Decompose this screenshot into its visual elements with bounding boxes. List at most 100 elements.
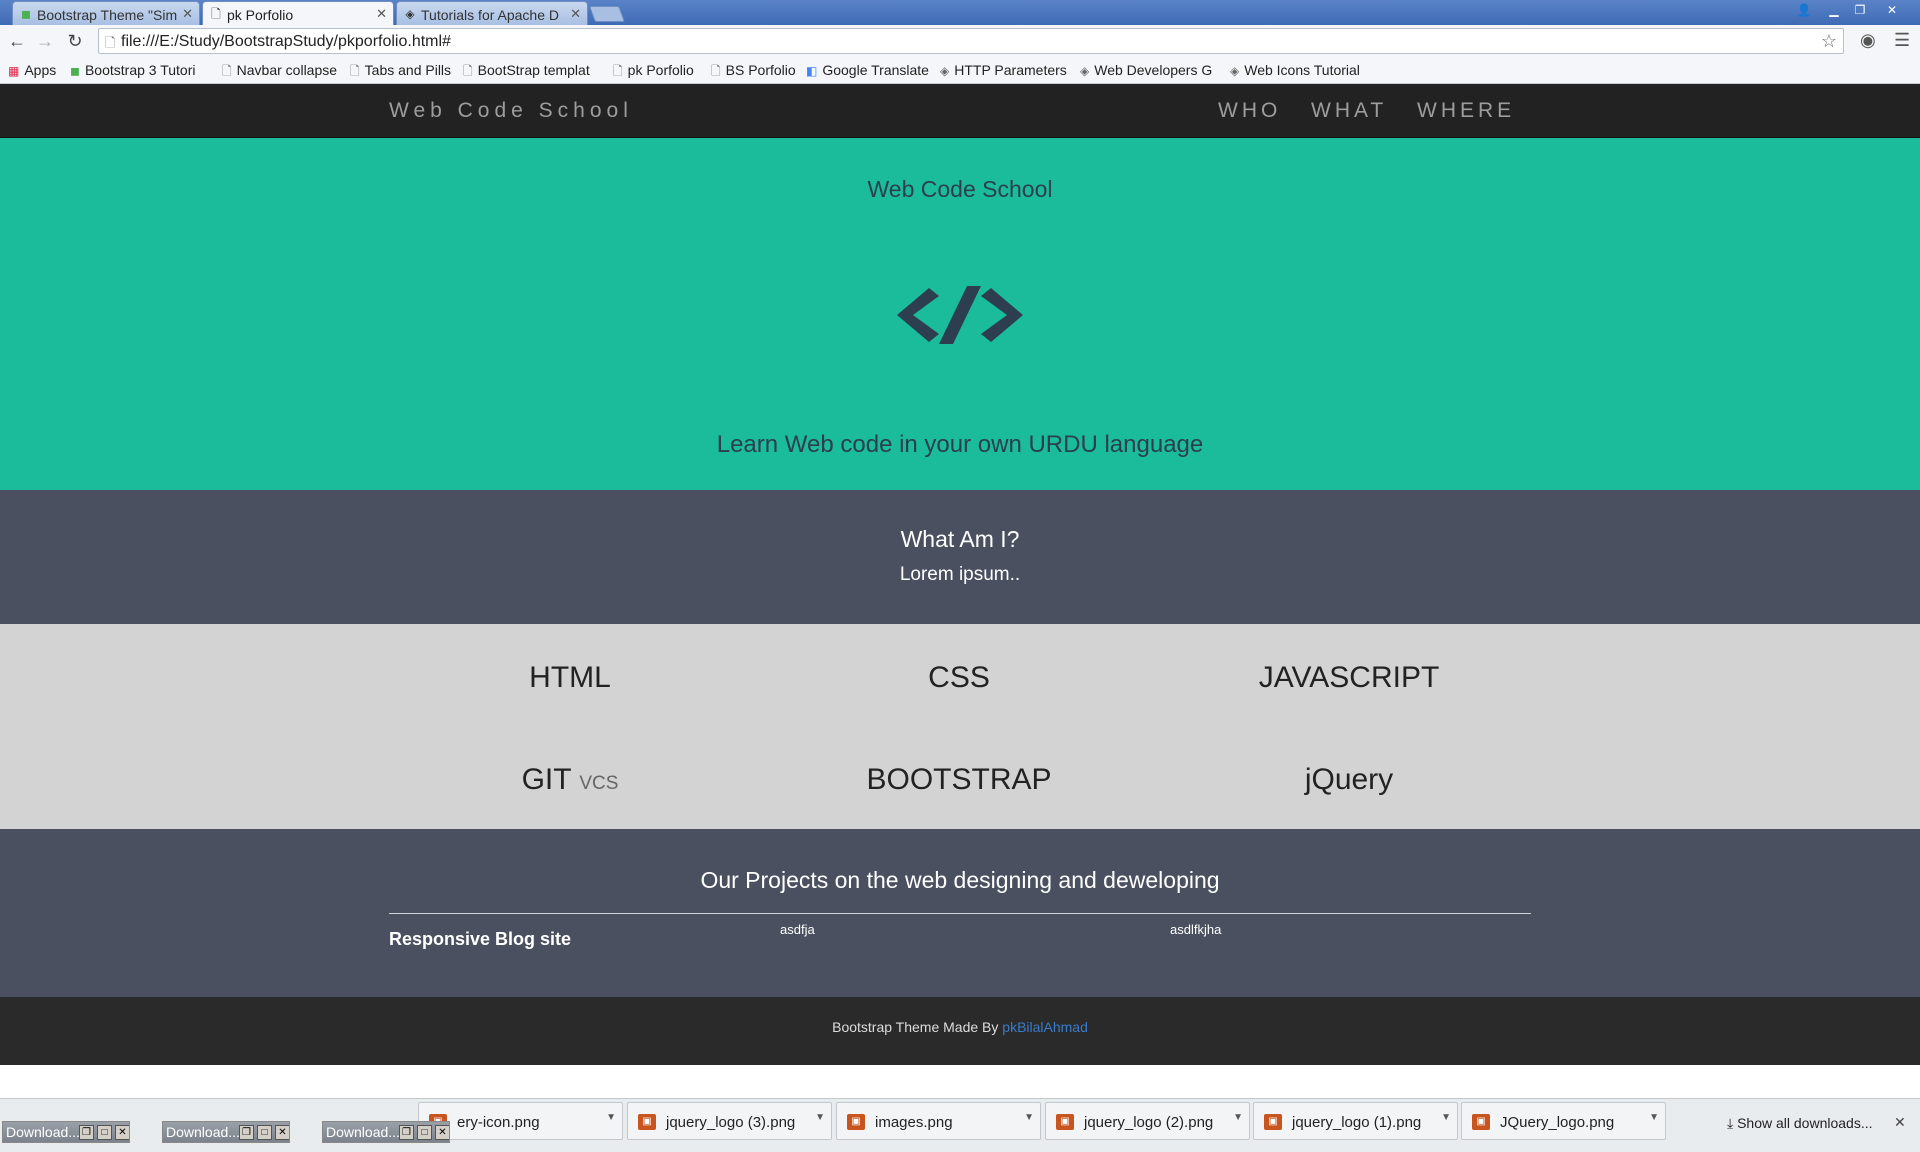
user-icon[interactable]: 👤 [1792, 2, 1816, 18]
w3-icon: ◼ [70, 64, 80, 78]
bookmark-apps[interactable]: ▦ Apps [8, 62, 56, 78]
window-close-icon[interactable]: ✕ [115, 1125, 129, 1140]
project-item: Responsive Blog site [389, 929, 572, 949]
nav-what[interactable]: WHAT [1311, 99, 1387, 123]
bookmark-google-translate[interactable]: ◧ Google Translate [806, 62, 929, 78]
divider [389, 913, 1531, 914]
code-brackets-icon [897, 286, 1023, 344]
hero-title: Web Code School [867, 176, 1053, 202]
menu-icon[interactable]: ☰ [1894, 30, 1910, 51]
nav-where[interactable]: WHERE [1417, 99, 1515, 123]
author-link[interactable]: pkBilalAhmad [1002, 1019, 1088, 1035]
download-filename: images.png [875, 1114, 953, 1131]
chevron-down-icon[interactable]: ▼ [1233, 1112, 1243, 1123]
close-icon[interactable]: ✕ [376, 6, 387, 22]
bookmark-web-icons[interactable]: ◈ Web Icons Tutorial [1230, 62, 1360, 78]
projects-section: Our Projects on the web designing and de… [0, 829, 1920, 997]
bookmark-bs-porfolio[interactable]: 🗋 BS Porfolio [711, 62, 796, 83]
about-section: What Am I? Lorem ipsum.. [0, 490, 1920, 624]
footer-text: Bootstrap Theme Made By pkBilalAhmad [0, 1019, 1920, 1035]
site-navbar: Web Code School WHO WHAT WHERE [0, 84, 1920, 138]
download-filename: jquery_logo (1).png [1292, 1114, 1422, 1131]
nav-who[interactable]: WHO [1218, 99, 1281, 123]
apps-grid-icon: ▦ [8, 64, 20, 78]
new-tab-button[interactable] [589, 6, 625, 22]
show-all-label: Show all downloads... [1737, 1115, 1873, 1131]
maximize-icon[interactable]: □ [97, 1125, 112, 1140]
restore-icon[interactable]: ❐ [399, 1125, 414, 1140]
bookmark-label: pk Porfolio [627, 62, 694, 78]
download-item[interactable]: ▣ JQuery_logo.png ▼ [1461, 1102, 1666, 1140]
bookmark-bootstrap-template[interactable]: 🗋 BootStrap templat [463, 62, 590, 83]
window-close-icon[interactable]: ✕ [435, 1125, 449, 1140]
download-item[interactable]: ▣ jquery_logo (1).png ▼ [1253, 1102, 1458, 1140]
restore-icon[interactable]: ❐ [79, 1125, 94, 1140]
show-all-downloads-link[interactable]: ⤓ Show all downloads... [1727, 1115, 1873, 1132]
bookmark-tabs-pills[interactable]: 🗋 Tabs and Pills [350, 62, 451, 83]
bookmark-web-developers[interactable]: ◈ Web Developers G [1080, 62, 1212, 78]
skill-bootstrap: BOOTSTRAP [866, 763, 1052, 796]
bookmark-bootstrap-tutorial[interactable]: ◼ Bootstrap 3 Tutori [70, 62, 195, 78]
restore-icon[interactable]: ❐ [1848, 2, 1872, 18]
close-icon[interactable]: ✕ [1894, 1114, 1906, 1131]
close-icon[interactable]: ✕ [182, 6, 193, 22]
project-item: asdlfkjha [1170, 922, 1222, 937]
tab-tutorials-apache[interactable]: ◈ Tutorials for Apache D ✕ [396, 1, 588, 25]
bookmark-star-icon[interactable]: ☆ [1821, 31, 1837, 52]
image-file-icon: ▣ [638, 1114, 656, 1130]
window-close-icon[interactable]: ✕ [275, 1125, 289, 1140]
image-file-icon: ▣ [847, 1114, 865, 1130]
reload-icon[interactable]: ↻ [64, 30, 86, 52]
download-item[interactable]: ▣ jquery_logo (2).png ▼ [1045, 1102, 1250, 1140]
page-icon: 🗋 [211, 7, 221, 21]
back-icon[interactable]: ← [6, 30, 28, 52]
diamond-icon: ◈ [940, 64, 950, 78]
window-close-icon[interactable]: ✕ [1880, 2, 1904, 18]
window-title: Download... [166, 1124, 240, 1140]
bookmark-label: BS Porfolio [725, 62, 796, 78]
page-icon: 🗋 [105, 35, 116, 50]
skill-jquery: jQuery [1304, 763, 1394, 796]
download-filename: jquery_logo (3).png [666, 1114, 796, 1131]
bookmark-http-parameters[interactable]: ◈ HTTP Parameters [940, 62, 1067, 78]
w3-icon: ◼ [21, 7, 31, 21]
forward-icon[interactable]: → [34, 30, 56, 52]
browser-toolbar: ← → ↻ 🗋 file:///E:/Study/BootstrapStudy/… [0, 25, 1920, 58]
download-filename: ery-icon.png [457, 1114, 540, 1131]
minimized-download-window[interactable]: Download... ❐ □ ✕ [322, 1121, 450, 1143]
tab-title: Tutorials for Apache D [421, 7, 559, 23]
chevron-down-icon[interactable]: ▼ [1024, 1112, 1034, 1123]
restore-icon[interactable]: ❐ [239, 1125, 254, 1140]
minimized-download-window[interactable]: Download... ❐ □ ✕ [2, 1121, 130, 1143]
download-item[interactable]: ▣ jquery_logo (3).png ▼ [627, 1102, 832, 1140]
bookmark-navbar-collapse[interactable]: 🗋 Navbar collapse [222, 62, 337, 83]
tab-title: Bootstrap Theme "Sim [37, 7, 178, 23]
tab-bootstrap-theme[interactable]: ◼ Bootstrap Theme "Sim ✕ [12, 1, 200, 25]
chevron-down-icon[interactable]: ▼ [815, 1112, 825, 1123]
bookmark-label: Navbar collapse [236, 62, 338, 78]
close-icon[interactable]: ✕ [570, 6, 581, 22]
address-bar[interactable]: 🗋 file:///E:/Study/BootstrapStudy/pkporf… [98, 28, 1844, 54]
download-item[interactable]: ▣ images.png ▼ [836, 1102, 1041, 1140]
maximize-icon[interactable]: □ [257, 1125, 272, 1140]
minimize-icon[interactable]: ▁ [1822, 2, 1846, 18]
maximize-icon[interactable]: □ [417, 1125, 432, 1140]
bookmark-label: Web Icons Tutorial [1244, 62, 1360, 78]
image-file-icon: ▣ [1264, 1114, 1282, 1130]
bookmark-label: Bootstrap 3 Tutori [84, 62, 196, 78]
bookmark-label: Apps [24, 62, 57, 78]
chevron-down-icon[interactable]: ▼ [1441, 1112, 1451, 1123]
extension-icon[interactable]: ◉ [1860, 30, 1876, 51]
skill-html: HTML [529, 661, 611, 694]
about-title: What Am I? [900, 526, 1020, 552]
skills-section: HTML CSS JAVASCRIPT GIT VCS BOOTSTRAP jQ… [0, 624, 1920, 829]
bookmark-pk-porfolio[interactable]: 🗋 pk Porfolio [613, 62, 694, 83]
tab-pk-porfolio[interactable]: 🗋 pk Porfolio ✕ [202, 1, 394, 25]
brand-link[interactable]: Web Code School [389, 99, 633, 123]
bookmarks-bar: ▦ Apps ◼ Bootstrap 3 Tutori 🗋 Navbar collap… [0, 58, 1920, 84]
page-icon: 🗋 [463, 64, 473, 78]
download-filename: JQuery_logo.png [1500, 1114, 1615, 1131]
chevron-down-icon[interactable]: ▼ [606, 1112, 616, 1123]
chevron-down-icon[interactable]: ▼ [1649, 1112, 1659, 1123]
minimized-download-window[interactable]: Download... ❐ □ ✕ [162, 1121, 290, 1143]
